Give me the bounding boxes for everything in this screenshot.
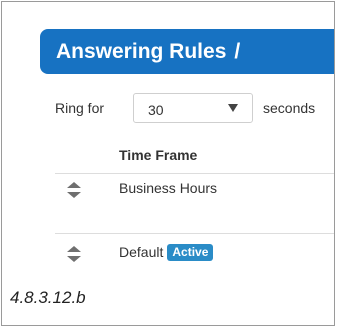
sort-up-down-icon[interactable]	[67, 182, 81, 198]
column-header-time-frame: Time Frame	[119, 147, 198, 163]
ring-duration-row: Ring for 30 seconds	[55, 92, 334, 124]
row-label-text[interactable]: Default	[119, 244, 163, 260]
active-status-badge: Active	[167, 244, 214, 261]
row-divider	[55, 233, 334, 234]
header-divider	[55, 173, 334, 174]
breadcrumb-separator: /	[234, 40, 241, 63]
table-row[interactable]: Business Hours	[55, 176, 334, 206]
table-row[interactable]: Default Active	[55, 240, 334, 270]
seconds-label: seconds	[263, 100, 316, 116]
screenshot-frame: Answering Rules / Ring for 30 seconds Tim…	[1, 1, 335, 326]
row-label-default[interactable]: Default Active	[119, 244, 214, 261]
ring-duration-value: 30	[148, 102, 164, 118]
page-header: Answering Rules /	[40, 29, 334, 74]
caret-down-icon	[228, 104, 238, 112]
row-label-business-hours[interactable]: Business Hours	[119, 180, 217, 196]
sort-up-down-icon[interactable]	[67, 246, 81, 262]
figure-caption: 4.8.3.12.b	[10, 288, 86, 307]
ring-for-label: Ring for	[55, 100, 105, 116]
ring-duration-select[interactable]: 30	[133, 93, 253, 123]
page-title: Answering Rules	[56, 40, 227, 63]
